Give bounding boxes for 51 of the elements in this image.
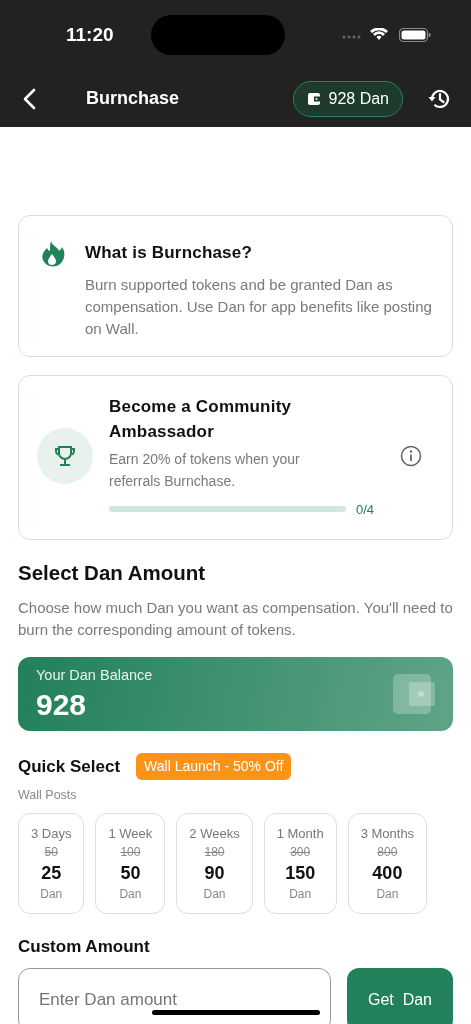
wallet-icon (306, 91, 321, 106)
card-description: Earn 20% of tokens when your referrals Burnchase. (109, 449, 301, 491)
flame-icon (39, 240, 65, 268)
card-description: Burn supported tokens and be granted Dan as compensation. Use Dan for app benefits like posting on Wall. (85, 274, 433, 339)
price-value: 50 (119, 862, 142, 885)
unit-label: Dan (39, 886, 64, 903)
card-title: What is Burnchase? (85, 242, 254, 264)
discount-tag: Wall Launch - 50% Off (136, 752, 292, 780)
old-price: 50 (43, 844, 59, 861)
unit-label: Dan (288, 886, 313, 903)
section-heading: Quick Select (18, 755, 121, 778)
duration-label: 1 Week (108, 824, 153, 843)
balance-value: 928 (36, 686, 88, 723)
duration-label: 2 Weeks (189, 824, 240, 843)
unit-label: Dan (202, 886, 227, 903)
back-icon[interactable] (22, 87, 38, 110)
option-card[interactable]: 1 Month 300 150 Dan (263, 812, 337, 914)
duration-label: 1 Month (276, 824, 324, 843)
section-heading: Custom Amount (18, 936, 151, 958)
section-subtitle: Wall Posts (18, 786, 78, 804)
status-time: 11:20 (66, 22, 114, 47)
old-price: 180 (203, 844, 226, 861)
duration-label: 3 Days (31, 824, 72, 843)
section-description: Choose how much Dan you want as compensation. You'll need to burn the corresponding amount of tokens. (18, 597, 453, 640)
unit-label: Dan (375, 886, 400, 903)
amount-input[interactable]: Enter Dan amount (18, 967, 331, 1024)
old-price: 800 (376, 844, 399, 861)
price-value: 90 (203, 862, 226, 885)
old-price: 100 (119, 844, 142, 861)
wifi-icon (369, 28, 389, 42)
price-value: 150 (284, 862, 317, 885)
old-price: 300 (289, 844, 312, 861)
wallet-icon (393, 673, 435, 714)
option-card[interactable]: 1 Week 100 50 Dan (95, 812, 166, 914)
price-value: 400 (371, 862, 404, 885)
page-title: Burnchase (86, 87, 180, 110)
balance-chip[interactable]: 928 Dan (292, 80, 403, 117)
card-title: Become a Community Ambassador (109, 395, 293, 443)
unit-label: Dan (118, 886, 143, 903)
section-heading: Select Dan Amount (18, 560, 207, 586)
info-icon[interactable] (400, 445, 422, 468)
duration-label: 3 Months (360, 824, 415, 843)
option-card[interactable]: 2 Weeks 180 90 Dan (176, 812, 253, 914)
option-card[interactable]: 3 Months 800 400 Dan (347, 812, 428, 914)
get-dan-button[interactable]: Get Dan (347, 967, 453, 1024)
signal-icon (342, 35, 362, 39)
balance-label: Your Dan Balance (36, 665, 153, 685)
battery-icon (399, 28, 431, 42)
option-card[interactable]: 3 Days 50 25 Dan (18, 812, 85, 914)
price-value: 25 (40, 862, 63, 885)
progress-reading: 0/4 (356, 500, 375, 519)
